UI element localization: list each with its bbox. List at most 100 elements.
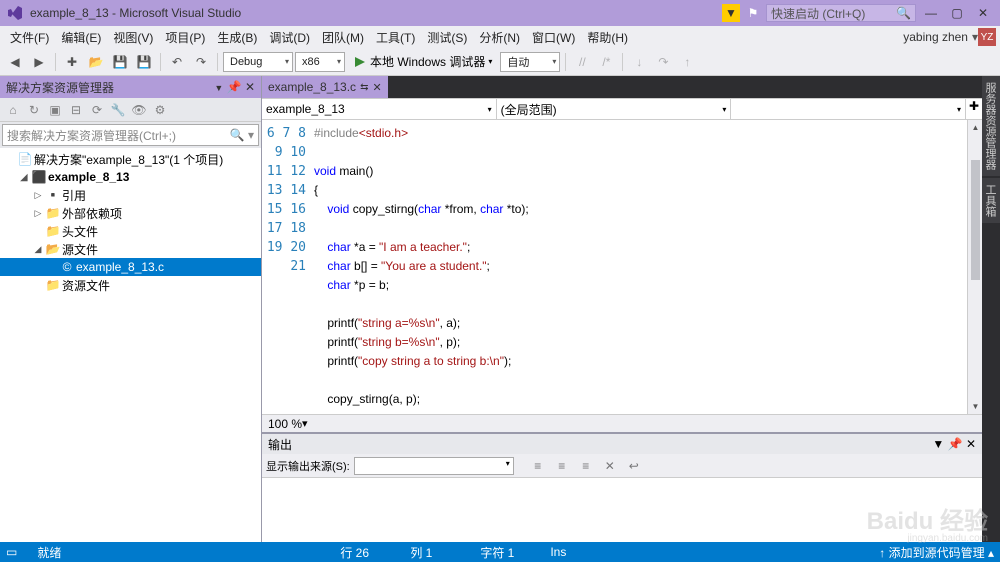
tab-pin-icon[interactable]: ⇆ xyxy=(360,82,368,93)
pin-icon[interactable]: 📌 xyxy=(227,80,242,94)
status-window-icon[interactable]: ▭ xyxy=(6,545,17,559)
document-tabs: example_8_13.c ⇆ ✕ xyxy=(262,76,982,98)
output-close-icon[interactable]: ✕ xyxy=(966,437,976,451)
minimize-button[interactable]: — xyxy=(920,2,942,24)
undo-icon[interactable]: ↶ xyxy=(166,51,188,73)
status-ready: 就绪 xyxy=(37,544,61,561)
editor-zoom[interactable]: 100 % ▾ xyxy=(262,414,982,432)
step-over-icon[interactable]: ↷ xyxy=(652,51,674,73)
scroll-down-icon[interactable]: ▼ xyxy=(968,399,982,414)
save-all-icon[interactable]: 💾 xyxy=(133,51,155,73)
restore-button[interactable]: ▢ xyxy=(946,2,968,24)
step-dropdown[interactable]: 自动 xyxy=(500,52,560,72)
start-debug-button[interactable]: 本地 Windows 调试器 ▾ xyxy=(347,52,498,72)
dropdown-icon[interactable]: ▼ xyxy=(214,83,223,93)
folder-icon: 📁 xyxy=(46,224,60,238)
open-icon[interactable]: 📂 xyxy=(85,51,107,73)
sync-icon[interactable]: ↻ xyxy=(24,100,44,120)
show-all-icon[interactable]: ▣ xyxy=(45,100,65,120)
menu-help[interactable]: 帮助(H) xyxy=(581,27,634,48)
output-body[interactable] xyxy=(262,478,982,542)
tab-close-icon[interactable]: ✕ xyxy=(372,81,381,94)
solution-icon: 📄 xyxy=(18,152,32,166)
file-example-c[interactable]: ©example_8_13.c xyxy=(0,258,261,276)
external-deps-node[interactable]: ▷📁外部依赖项 xyxy=(0,204,261,222)
menu-edit[interactable]: 编辑(E) xyxy=(55,27,107,48)
menu-window[interactable]: 窗口(W) xyxy=(526,27,581,48)
properties-icon[interactable]: 🔧 xyxy=(108,100,128,120)
quick-launch-placeholder: 快速启动 (Ctrl+Q) xyxy=(771,5,865,22)
solution-toolbar: ⌂ ↻ ▣ ⊟ ⟳ 🔧 👁 ⚙ xyxy=(0,98,261,122)
resources-node[interactable]: 📁资源文件 xyxy=(0,276,261,294)
solution-search-input[interactable]: 搜索解决方案资源管理器(Ctrl+;) 🔍 ▾ xyxy=(2,124,259,146)
headers-node[interactable]: 📁头文件 xyxy=(0,222,261,240)
redo-icon[interactable]: ↷ xyxy=(190,51,212,73)
vertical-scrollbar[interactable]: ▲ ▼ xyxy=(967,120,982,414)
platform-dropdown[interactable]: x86 xyxy=(295,52,345,72)
comment-icon[interactable]: // xyxy=(571,51,593,73)
output-source-dropdown[interactable] xyxy=(354,457,514,475)
menu-tools[interactable]: 工具(T) xyxy=(370,27,421,48)
output-prev-icon[interactable]: ≡ xyxy=(552,456,572,476)
output-goto-icon[interactable]: ≡ xyxy=(528,456,548,476)
new-project-icon[interactable]: ✚ xyxy=(61,51,83,73)
menu-team[interactable]: 团队(M) xyxy=(316,27,370,48)
references-node[interactable]: ▷▪️引用 xyxy=(0,186,261,204)
output-wrap-icon[interactable]: ↩ xyxy=(624,456,644,476)
editor-area: example_8_13.c ⇆ ✕ example_8_13 (全局范围) ✚… xyxy=(262,76,982,542)
nav-project-dropdown[interactable]: example_8_13 xyxy=(262,99,497,119)
code-editor[interactable]: 6 7 8 9 10 11 12 13 14 15 16 17 18 19 20… xyxy=(262,120,982,414)
output-pin-icon[interactable]: 📌 xyxy=(948,437,963,451)
menu-test[interactable]: 测试(S) xyxy=(421,27,473,48)
document-tab-active[interactable]: example_8_13.c ⇆ ✕ xyxy=(262,76,388,98)
nav-fwd-icon[interactable]: ▶ xyxy=(28,51,50,73)
title-bar: example_8_13 - Microsoft Visual Studio ▼… xyxy=(0,0,1000,26)
user-avatar[interactable]: YZ xyxy=(978,28,996,46)
uncomment-icon[interactable]: /* xyxy=(595,51,617,73)
output-dropdown-icon[interactable]: ▼ xyxy=(932,437,944,451)
nav-scope-dropdown[interactable]: (全局范围) xyxy=(497,99,732,119)
step-out-icon[interactable]: ↑ xyxy=(676,51,698,73)
menu-debug[interactable]: 调试(D) xyxy=(263,27,316,48)
right-tab-toolbox[interactable]: 工具箱 xyxy=(982,178,1000,223)
nav-back-icon[interactable]: ◀ xyxy=(4,51,26,73)
status-line: 行 26 xyxy=(340,544,390,561)
solution-root[interactable]: 📄解决方案"example_8_13"(1 个项目) xyxy=(0,150,261,168)
menu-bar: 文件(F) 编辑(E) 视图(V) 项目(P) 生成(B) 调试(D) 团队(M… xyxy=(0,26,1000,48)
project-node[interactable]: ◢⬛example_8_13 xyxy=(0,168,261,186)
panel-close-icon[interactable]: ✕ xyxy=(245,80,255,94)
scroll-thumb[interactable] xyxy=(971,160,980,280)
menu-project[interactable]: 项目(P) xyxy=(159,27,211,48)
user-name[interactable]: yabing zhen xyxy=(903,30,972,44)
split-icon[interactable]: ✚ xyxy=(966,99,982,119)
sources-node[interactable]: ◢📂源文件 xyxy=(0,240,261,258)
code-text[interactable]: #include<stdio.h> void main() { void cop… xyxy=(314,120,967,414)
menu-build[interactable]: 生成(B) xyxy=(211,27,263,48)
collapse-icon[interactable]: ⊟ xyxy=(66,100,86,120)
main-toolbar: ◀ ▶ ✚ 📂 💾 💾 ↶ ↷ Debug x86 本地 Windows 调试器… xyxy=(0,48,1000,76)
scroll-up-icon[interactable]: ▲ xyxy=(968,120,982,135)
home-icon[interactable]: ⌂ xyxy=(3,100,23,120)
menu-view[interactable]: 视图(V) xyxy=(107,27,159,48)
output-clear-icon[interactable]: ✕ xyxy=(600,456,620,476)
vs-logo-icon xyxy=(6,4,24,22)
status-bar: ▭ 就绪 行 26 列 1 字符 1 Ins ↑ 添加到源代码管理 ▴ xyxy=(0,542,1000,562)
wrench-icon[interactable]: ⚙ xyxy=(150,100,170,120)
step-into-icon[interactable]: ↓ xyxy=(628,51,650,73)
save-icon[interactable]: 💾 xyxy=(109,51,131,73)
refresh-icon[interactable]: ⟳ xyxy=(87,100,107,120)
notification-badge-icon[interactable]: ▼ xyxy=(722,4,740,22)
folder-icon: 📂 xyxy=(46,242,60,256)
feedback-flag-icon[interactable]: ⚑ xyxy=(744,4,762,22)
output-next-icon[interactable]: ≡ xyxy=(576,456,596,476)
menu-file[interactable]: 文件(F) xyxy=(4,27,55,48)
status-source-control[interactable]: ↑ 添加到源代码管理 ▴ xyxy=(879,544,994,561)
close-button[interactable]: ✕ xyxy=(972,2,994,24)
menu-analyze[interactable]: 分析(N) xyxy=(473,27,526,48)
preview-icon[interactable]: 👁 xyxy=(129,100,149,120)
c-file-icon: © xyxy=(60,260,74,274)
config-dropdown[interactable]: Debug xyxy=(223,52,293,72)
quick-launch-input[interactable]: 快速启动 (Ctrl+Q) 🔍 xyxy=(766,4,916,22)
right-tab-server[interactable]: 服务器资源管理器 xyxy=(982,76,1000,176)
nav-member-dropdown[interactable] xyxy=(731,99,966,119)
